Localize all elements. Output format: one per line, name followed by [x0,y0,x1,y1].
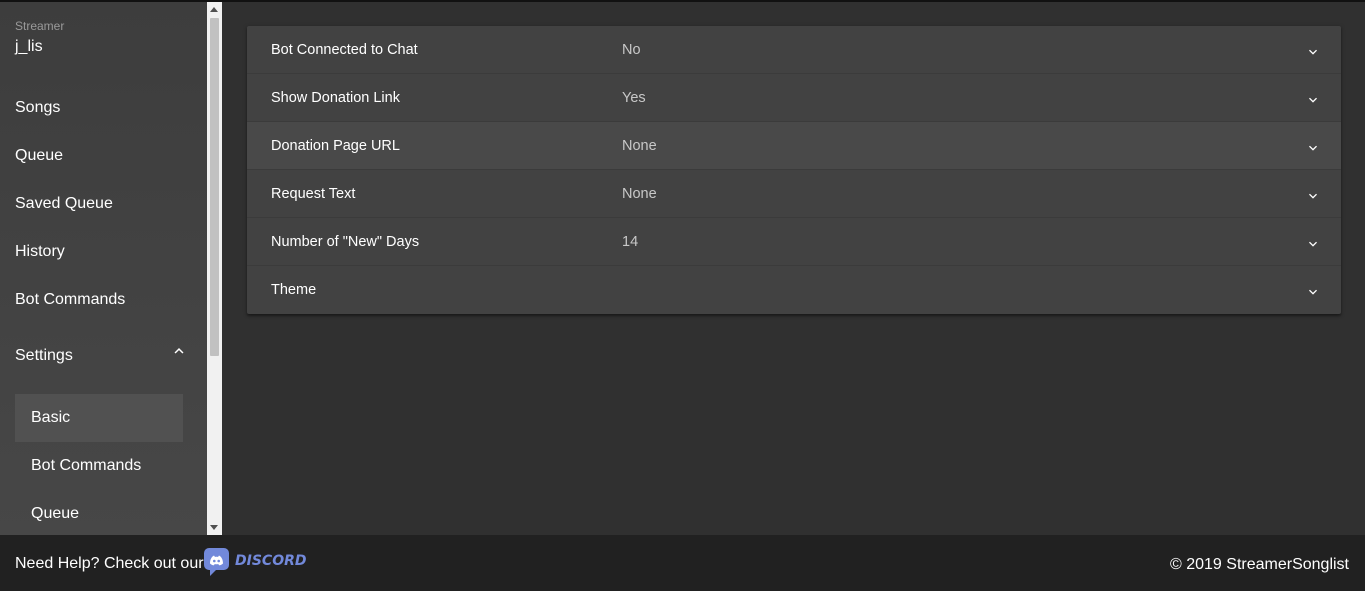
chevron-up-icon[interactable] [170,342,188,360]
discord-wordmark: DISCORD [235,553,307,569]
setting-label: Number of "New" Days [271,234,420,250]
setting-row-show-donation-link[interactable]: Show Donation Link Yes [247,74,1341,122]
settings-panel: Bot Connected to Chat No Show Donation L… [247,26,1341,314]
setting-label: Request Text [271,186,356,202]
sidebar-subitem-basic[interactable]: Basic [15,394,183,442]
sidebar-item-saved-queue[interactable]: Saved Queue [15,195,113,213]
setting-label: Donation Page URL [271,138,400,154]
footer: Need Help? Check out our DISCORD © 2019 … [0,535,1365,591]
chevron-down-icon[interactable] [1305,44,1321,60]
scroll-up-arrow-icon[interactable] [210,7,218,12]
sidebar-item-history[interactable]: History [15,243,65,261]
setting-value: 14 [622,234,639,250]
sidebar-scrollbar[interactable] [207,2,222,535]
sidebar-item-queue[interactable]: Queue [15,147,63,165]
setting-row-donation-page-url[interactable]: Donation Page URL None [247,122,1341,170]
sidebar-subitem-bot-commands[interactable]: Bot Commands [15,442,183,490]
scroll-down-arrow-icon[interactable] [210,525,218,530]
sidebar: Streamer j_lis Songs Queue Saved Queue H… [0,2,207,535]
chevron-down-icon[interactable] [1305,284,1321,300]
chevron-down-icon[interactable] [1305,140,1321,156]
scrollbar-thumb[interactable] [210,18,219,356]
setting-row-new-days[interactable]: Number of "New" Days 14 [247,218,1341,266]
setting-label: Show Donation Link [271,90,400,106]
copyright-text: © 2019 StreamerSonglist [1170,556,1349,573]
setting-label: Bot Connected to Chat [271,42,418,58]
setting-row-theme[interactable]: Theme [247,266,1341,314]
sidebar-item-songs[interactable]: Songs [15,99,60,117]
streamer-name: j_lis [15,38,43,55]
discord-logo-icon[interactable]: DISCORD [203,547,307,577]
setting-row-request-text[interactable]: Request Text None [247,170,1341,218]
chevron-down-icon[interactable] [1305,188,1321,204]
setting-value: Yes [622,90,646,106]
setting-row-bot-connected[interactable]: Bot Connected to Chat No [247,26,1341,74]
setting-value: None [622,186,657,202]
chevron-down-icon[interactable] [1305,236,1321,252]
chevron-down-icon[interactable] [1305,92,1321,108]
sidebar-item-settings[interactable]: Settings [15,347,73,365]
setting-label: Theme [271,282,317,298]
streamer-label: Streamer [15,19,65,33]
setting-value: No [622,42,641,58]
setting-value: None [622,138,657,154]
sidebar-subitem-queue[interactable]: Queue [15,490,183,535]
sidebar-item-bot-commands[interactable]: Bot Commands [15,291,125,309]
help-text: Need Help? Check out our [15,555,204,572]
